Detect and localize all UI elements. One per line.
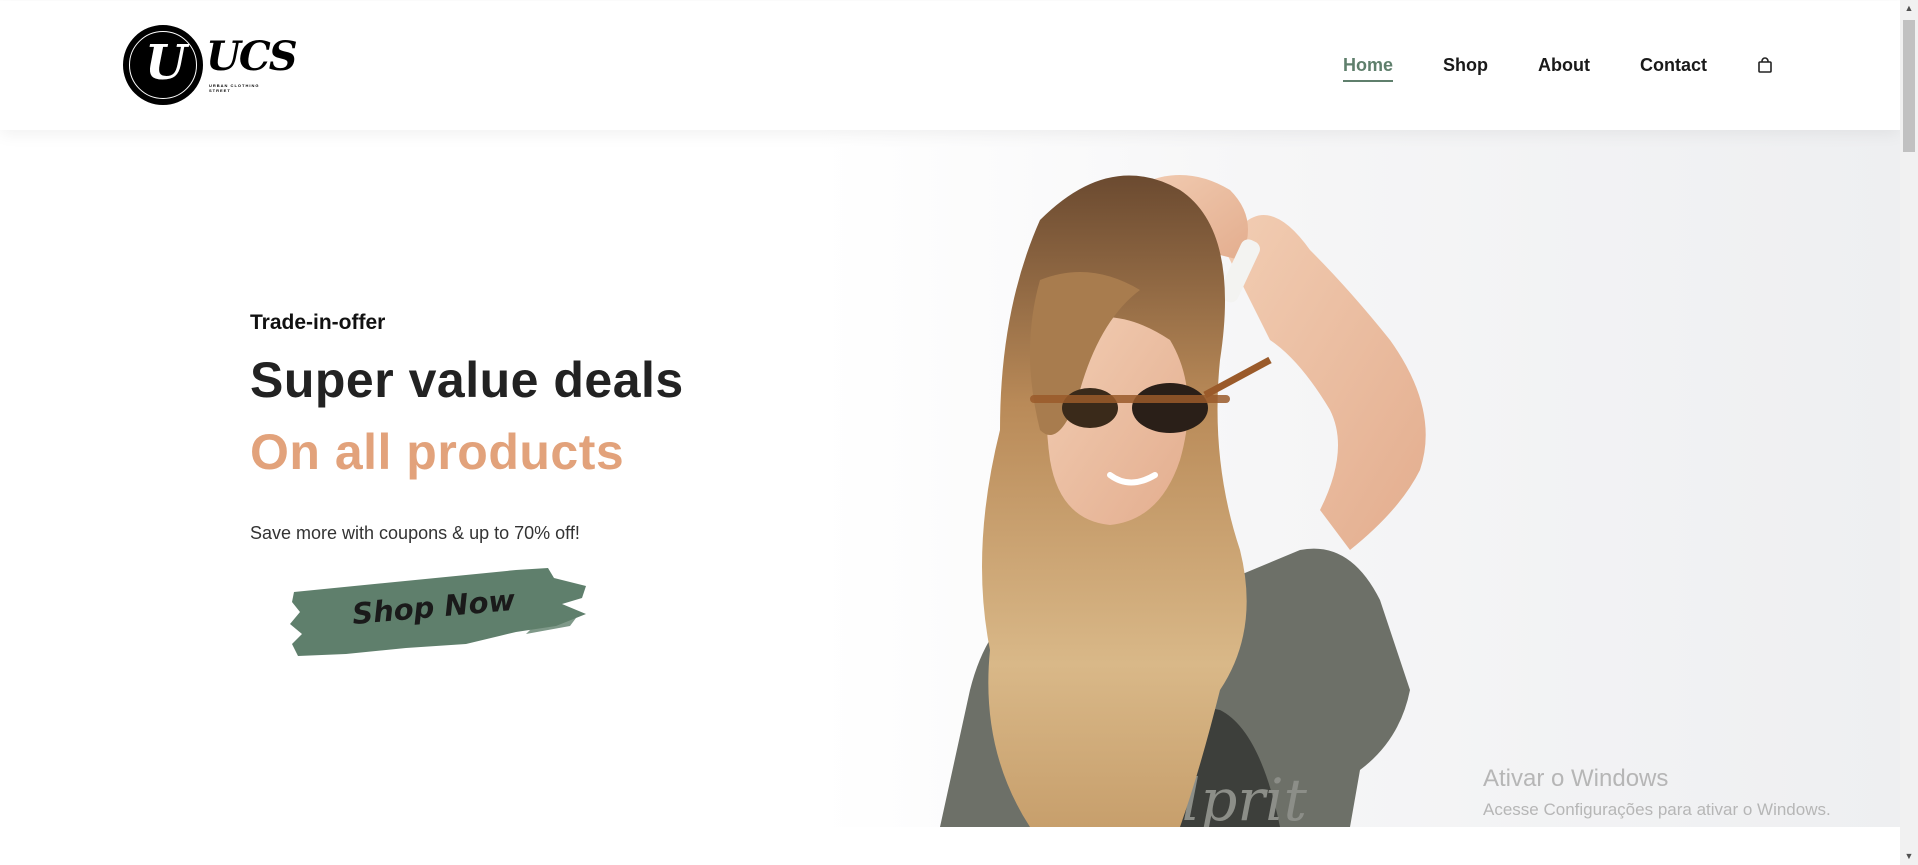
site-header: U UCS URBAN CLOTHING STREET Home Shop Ab… [0, 1, 1900, 130]
scroll-down-arrow-icon[interactable]: ▼ [1900, 848, 1918, 865]
below-hero-area [0, 827, 1900, 865]
vertical-scrollbar[interactable]: ▲ ▼ [1900, 0, 1918, 865]
nav-contact[interactable]: Contact [1640, 54, 1707, 76]
hero-subtext: Save more with coupons & up to 70% off! [250, 523, 580, 543]
page-viewport: U UCS URBAN CLOTHING STREET Home Shop Ab… [0, 0, 1900, 865]
logo-letter: U [145, 35, 187, 91]
hero-eyebrow: Trade-in-offer [250, 311, 386, 334]
brand-logo[interactable]: U UCS URBAN CLOTHING STREET [123, 25, 298, 105]
hero-section: Culprit Trade-in-offer Super value deals… [0, 130, 1900, 827]
hero-headline: Super value deals [250, 352, 684, 408]
logo-tagline: URBAN CLOTHING STREET [209, 83, 260, 93]
logo-wordmark: UCS [206, 33, 298, 80]
model-arm [1225, 215, 1426, 550]
nav-about[interactable]: About [1538, 54, 1590, 76]
scroll-thumb[interactable] [1903, 20, 1915, 152]
windows-activation-subtitle: Acesse Configurações para ativar o Windo… [1483, 800, 1831, 819]
nav-shop[interactable]: Shop [1443, 54, 1488, 76]
nav-home[interactable]: Home [1343, 54, 1394, 82]
hero-model-image: Culprit [940, 175, 1426, 827]
shop-now-button[interactable]: Shop Now [286, 564, 598, 660]
hero-highlight: On all products [250, 424, 625, 480]
hero-copy: Trade-in-offer Super value deals On all … [250, 310, 850, 544]
windows-activation-title: Ativar o Windows [1483, 765, 1669, 792]
scroll-up-arrow-icon[interactable]: ▲ [1900, 0, 1918, 17]
main-nav: Home Shop About Contact [1343, 54, 1773, 82]
shopping-bag-icon[interactable] [1757, 57, 1773, 73]
